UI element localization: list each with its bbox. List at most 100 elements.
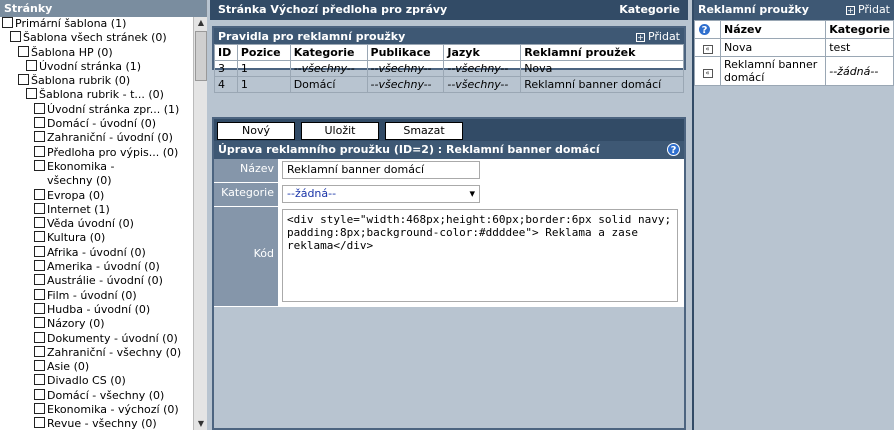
tree-node-label: Amerika - úvodní (0)	[47, 260, 160, 274]
checkbox-icon[interactable]	[18, 45, 29, 57]
tree-node[interactable]: Austrálie - úvodní (0)	[0, 274, 193, 288]
rules-column-header[interactable]: ID	[214, 44, 238, 61]
tree-node[interactable]: Divadlo CS (0)	[0, 374, 193, 388]
checkbox-icon[interactable]	[34, 260, 45, 272]
edit-cell: «	[694, 38, 721, 57]
tree-node[interactable]: Afrika - úvodní (0)	[0, 245, 193, 260]
rules-column-header[interactable]: Reklamní proužek	[520, 44, 684, 61]
tree-node[interactable]: Věda úvodní (0)	[0, 217, 193, 231]
checkbox-icon[interactable]	[34, 231, 45, 243]
checkbox-icon[interactable]	[34, 217, 45, 229]
checkbox-icon[interactable]	[26, 59, 37, 71]
tree-node[interactable]: Názory (0)	[0, 317, 193, 331]
tree-node-label: Zahraniční - úvodní (0)	[47, 131, 173, 145]
table-cell: 1	[236, 76, 291, 93]
checkbox-icon[interactable]	[34, 102, 45, 114]
rules-add-button[interactable]: + Přidat	[635, 30, 680, 44]
checkbox-icon[interactable]	[34, 374, 45, 386]
checkbox-icon[interactable]	[34, 245, 45, 257]
tree-node-label: Ekonomika -	[47, 159, 115, 173]
scroll-up-icon[interactable]: ▲	[195, 17, 207, 29]
checkbox-icon[interactable]	[34, 288, 45, 300]
code-textarea[interactable]: <div style="width:468px;height:60px;bord…	[282, 209, 678, 302]
tree-node[interactable]: Úvodní stránka zpr... (1)	[0, 102, 193, 117]
tree-node[interactable]: Ekonomika -	[0, 159, 193, 174]
tree-node[interactable]: Kultura (0)	[0, 231, 193, 245]
table-row[interactable]: « Nova test	[694, 38, 894, 57]
table-cell: Reklamní banner domácí	[719, 56, 827, 86]
tree-node[interactable]: Domácí - úvodní (0)	[0, 117, 193, 131]
table-row[interactable]: 3 1 --všechny-- --všechny-- --všechny-- Nova	[214, 60, 684, 77]
banners-pane: Reklamní proužky + Přidat ? Název Kategorie…	[692, 0, 894, 430]
checkbox-icon[interactable]	[34, 317, 45, 329]
checkbox-icon[interactable]	[34, 403, 45, 415]
tree-node[interactable]: všechny (0)	[0, 174, 193, 188]
help-icon[interactable]: ?	[698, 23, 711, 36]
tree-node[interactable]: Film - úvodní (0)	[0, 288, 193, 303]
tree-node[interactable]: Zahraniční - všechny (0)	[0, 345, 193, 360]
checkbox-icon[interactable]	[34, 331, 45, 343]
tree-node[interactable]: Předloha pro výpis... (0)	[0, 145, 193, 160]
category-select[interactable]: --žádná-- ▾	[282, 185, 480, 203]
tree-node[interactable]: Dokumenty - úvodní (0)	[0, 331, 193, 346]
banners-column-header[interactable]: Kategorie	[825, 20, 894, 39]
tree-scrollbar[interactable]: ▲ ▼	[193, 17, 207, 430]
tree-node[interactable]: Úvodní stránka (1)	[0, 59, 193, 74]
table-row[interactable]: « Reklamní banner domácí --žádná--	[694, 56, 894, 86]
category-link[interactable]: Kategorie	[619, 3, 680, 17]
checkbox-icon[interactable]	[34, 159, 45, 171]
tree-node[interactable]: Evropa (0)	[0, 188, 193, 203]
help-icon[interactable]: ?	[667, 143, 680, 156]
tree-node-label: Šablona rubrik (0)	[31, 74, 131, 88]
table-row[interactable]: 4 1 Domácí --všechny-- --všechny-- Reklamní b…	[214, 76, 684, 93]
tree-node[interactable]: Primární šablona (1)	[0, 17, 193, 31]
checkbox-icon[interactable]	[34, 302, 45, 314]
banners-add-button[interactable]: + Přidat	[845, 3, 890, 17]
checkbox-icon[interactable]	[10, 31, 21, 43]
checkbox-icon[interactable]	[34, 417, 45, 429]
tree-node[interactable]: Ekonomika - výchozí (0)	[0, 403, 193, 417]
checkbox-icon[interactable]	[26, 88, 37, 100]
checkbox-icon[interactable]	[34, 345, 45, 357]
scroll-thumb[interactable]	[195, 31, 207, 81]
tree-node[interactable]: Šablona HP (0)	[0, 45, 193, 60]
rules-table-wrap: ID Pozice Kategorie Publikace Jazyk Reklamní …	[214, 44, 684, 93]
tree-node[interactable]: Šablona rubrik - t... (0)	[0, 88, 193, 102]
scroll-down-icon[interactable]: ▼	[195, 418, 207, 430]
tree-node[interactable]: Asie (0)	[0, 360, 193, 374]
checkbox-icon[interactable]	[34, 388, 45, 400]
checkbox-icon[interactable]	[34, 188, 45, 200]
checkbox-icon[interactable]	[34, 145, 45, 157]
checkbox-icon[interactable]	[2, 17, 13, 28]
edit-icon[interactable]: «	[702, 45, 713, 54]
checkbox-icon[interactable]	[34, 360, 45, 372]
checkbox-icon[interactable]	[34, 202, 45, 214]
tree-node[interactable]: Amerika - úvodní (0)	[0, 260, 193, 274]
name-input[interactable]: Reklamní banner domácí	[282, 161, 480, 179]
tree-node[interactable]: Hudba - úvodní (0)	[0, 302, 193, 317]
checkbox-icon[interactable]	[34, 274, 45, 286]
tree-node[interactable]: Šablona všech stránek (0)	[0, 31, 193, 45]
tree-node[interactable]: Revue - všechny (0)	[0, 417, 193, 430]
rules-column-header[interactable]: Jazyk	[443, 44, 522, 61]
rules-column-header[interactable]: Kategorie	[289, 44, 368, 61]
tree-node[interactable]: Internet (1)	[0, 202, 193, 217]
banners-column-header[interactable]: Název	[719, 20, 827, 39]
rules-column-header[interactable]: Pozice	[236, 44, 291, 61]
checkbox-icon[interactable]	[34, 117, 45, 129]
new-button[interactable]: Nový	[217, 122, 295, 140]
tree-node[interactable]: Domácí - všechny (0)	[0, 388, 193, 403]
delete-button[interactable]: Smazat	[385, 122, 463, 140]
edit-header: Úprava reklamního proužku (ID=2) : Rekla…	[214, 141, 684, 159]
edit-icon[interactable]: «	[702, 68, 713, 78]
checkbox-icon[interactable]	[18, 74, 29, 86]
save-button[interactable]: Uložit	[301, 122, 379, 140]
rules-column-header[interactable]: Publikace	[366, 44, 445, 61]
table-cell: Nova	[719, 38, 827, 57]
tree-node[interactable]: Šablona rubrik (0)	[0, 74, 193, 88]
tree-node[interactable]: Zahraniční - úvodní (0)	[0, 131, 193, 145]
edit-toolbar: Nový Uložit Smazat	[214, 119, 684, 141]
edit-title: Úprava reklamního proužku (ID=2) : Rekla…	[218, 143, 600, 156]
checkbox-icon[interactable]	[34, 131, 45, 143]
table-cell: --žádná--	[825, 56, 894, 86]
